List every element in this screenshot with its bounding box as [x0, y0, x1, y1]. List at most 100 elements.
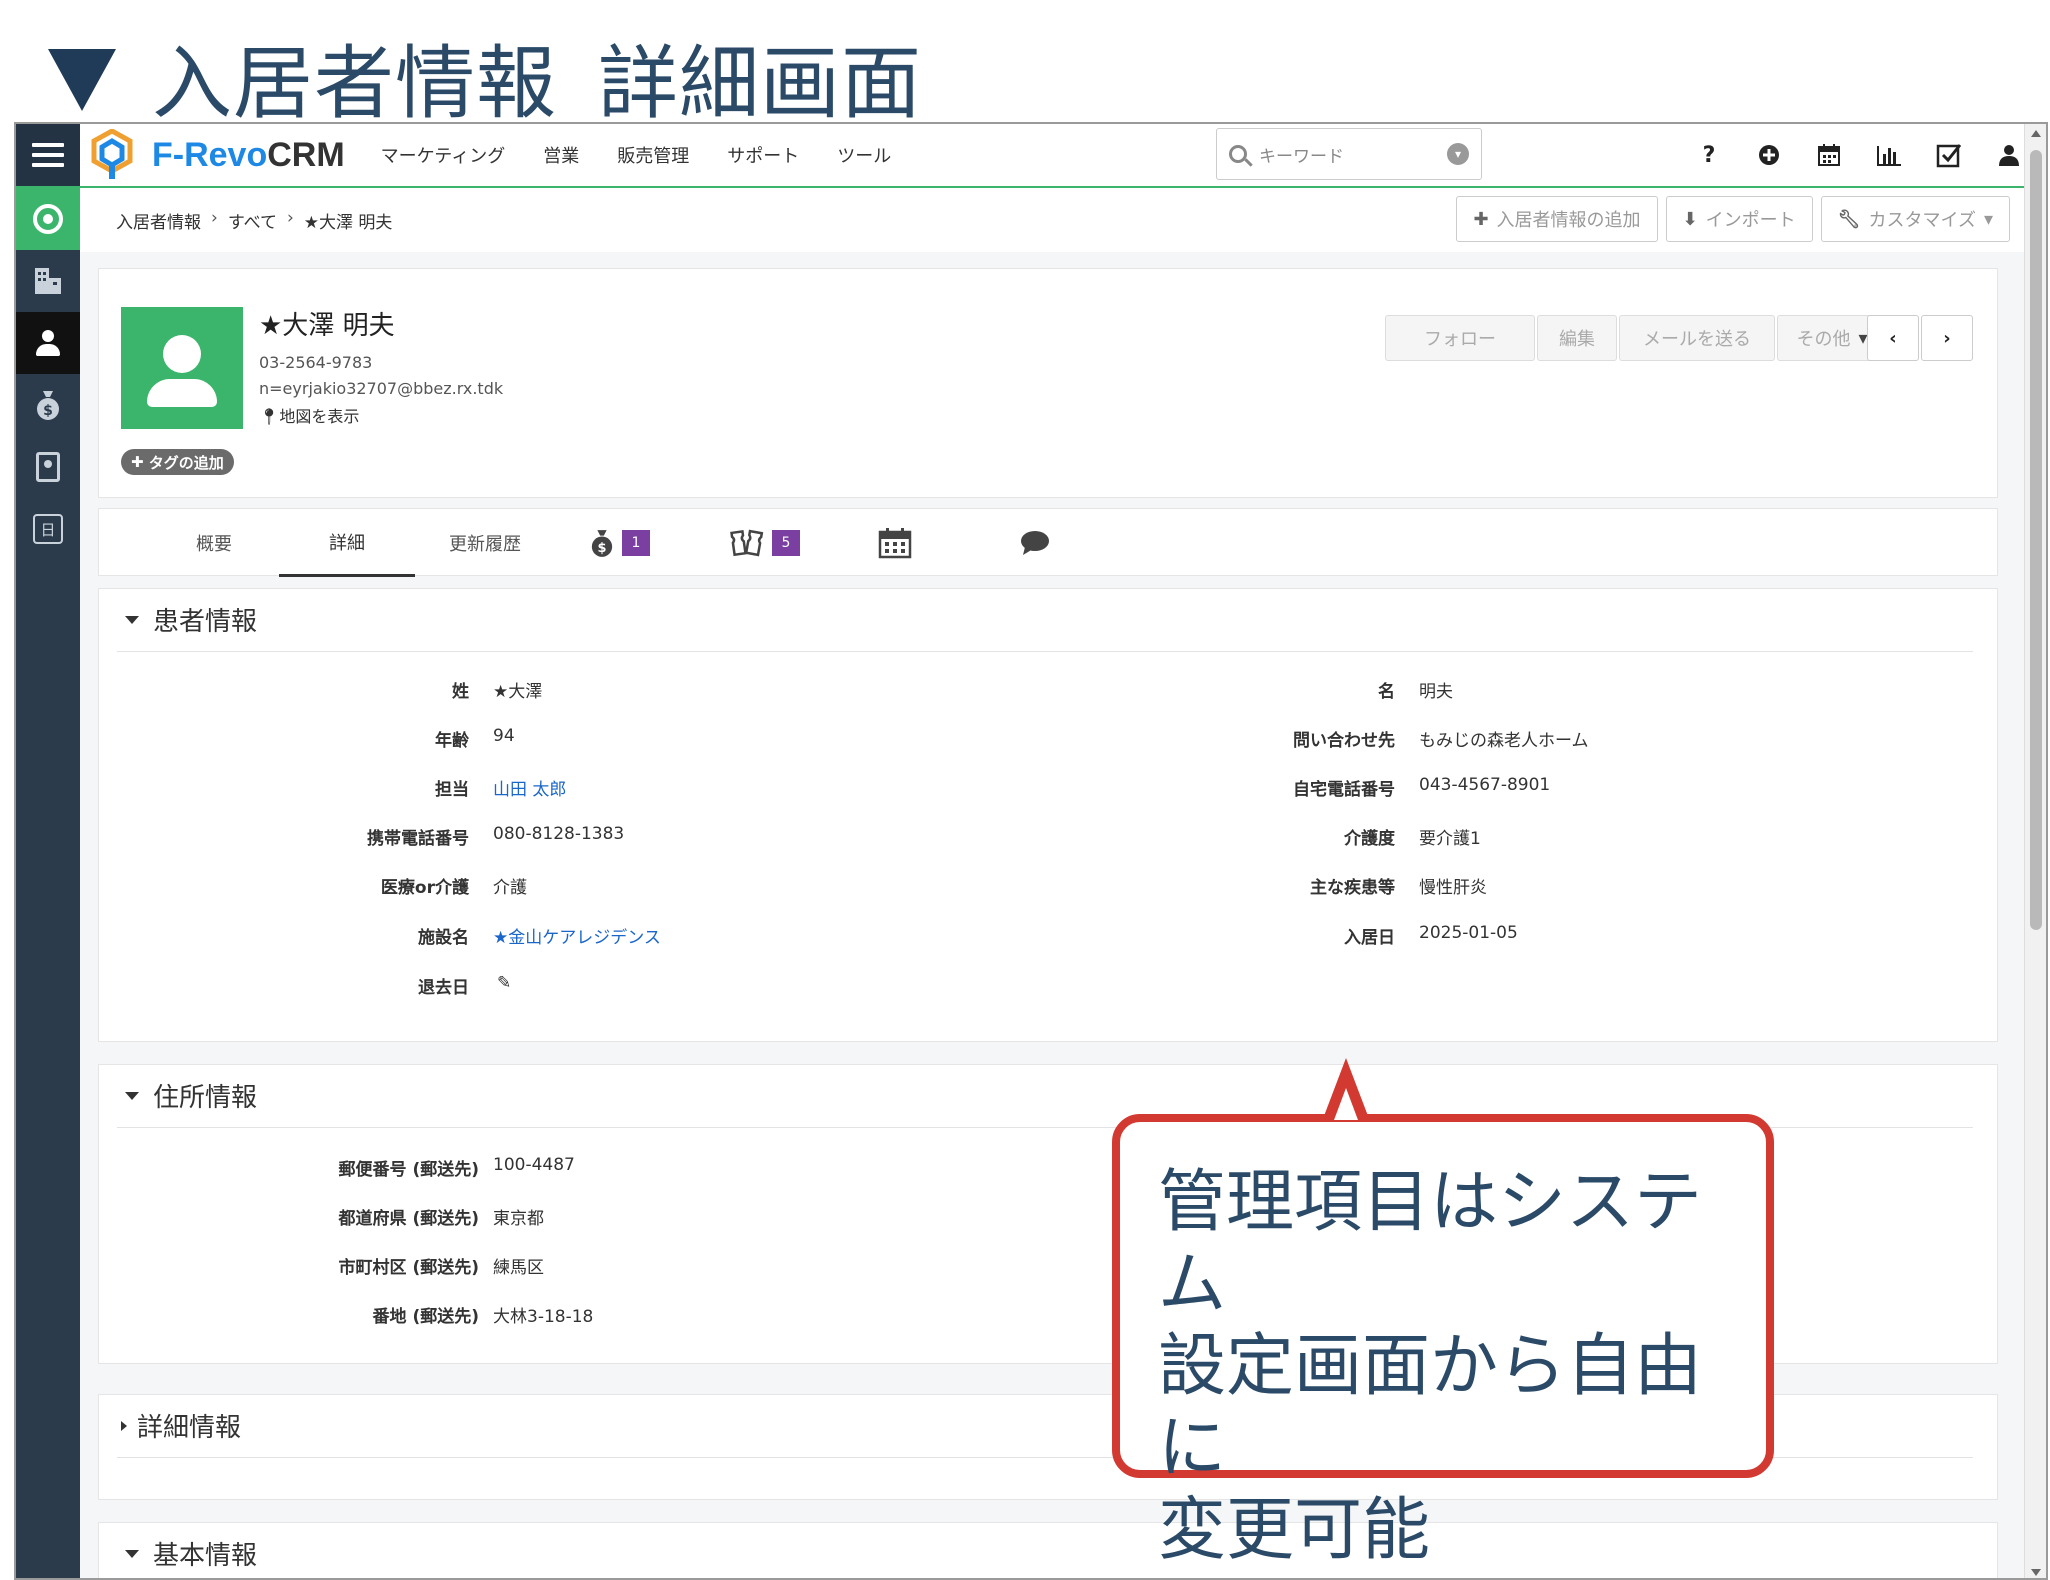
basic-info-title: 基本情報 — [153, 1541, 258, 1571]
add-tag-label: タグの追加 — [148, 453, 224, 472]
logo-icon — [91, 129, 133, 179]
download-icon: ⬇ — [1682, 208, 1698, 230]
menu-marketing[interactable]: マーケティング — [381, 142, 506, 168]
field-label: 市町村区 (郵送先) — [338, 1258, 479, 1278]
vertical-scrollbar[interactable] — [2024, 124, 2046, 1578]
field-value[interactable]: 練馬区 — [493, 1253, 544, 1278]
scroll-down-icon[interactable] — [2031, 1569, 2041, 1576]
checkbox-icon[interactable] — [1936, 142, 1962, 168]
caret-down-icon — [125, 1091, 139, 1100]
record-email[interactable]: n=eyrjakio32707@bbez.rx.tdk — [259, 379, 503, 398]
field-label: 退去日 — [418, 978, 469, 998]
field-label: 主な疾患等 — [1310, 878, 1395, 898]
field-value[interactable]: 東京都 — [493, 1204, 544, 1229]
record-actions: フォロー 編集 メールを送る その他 ▾ — [1385, 315, 1887, 361]
breadcrumb-filter[interactable]: すべて — [228, 208, 277, 233]
field-value[interactable]: 043-4567-8901 — [1419, 775, 1550, 795]
search-options-icon[interactable]: ▾ — [1447, 143, 1469, 165]
record-header: ★大澤 明夫 03-2564-9783 n=eyrjakio32707@bbez… — [98, 268, 1998, 498]
detail-info-title: 詳細情報 — [137, 1413, 242, 1443]
field-label: 施設名 — [418, 928, 469, 948]
caret-down-icon — [125, 1549, 139, 1558]
assignee-link[interactable]: 山田 太郎 — [493, 775, 566, 800]
wrench-icon: 🔧︎ — [1837, 208, 1861, 230]
pencil-edit-icon[interactable]: ✎ — [497, 973, 511, 993]
sidebar-contacts[interactable] — [16, 436, 80, 498]
field-value[interactable]: 94 — [493, 726, 515, 746]
menu-tools[interactable]: ツール — [837, 142, 891, 168]
tab-tickets[interactable]: 5 — [705, 509, 825, 577]
scroll-up-icon[interactable] — [2031, 130, 2041, 137]
building-icon — [35, 268, 61, 294]
add-record-label: 入居者情報の追加 — [1496, 210, 1641, 231]
calendar-icon[interactable] — [1816, 142, 1842, 168]
add-record-button[interactable]: ✚ 入居者情報の追加 — [1456, 196, 1658, 242]
field-value[interactable]: ★大澤 — [493, 677, 542, 702]
tab-deals[interactable]: $ 1 — [565, 509, 675, 577]
top-nav: F-RevoCRM マーケティング 営業 販売管理 サポート ツール キーワード… — [16, 124, 2026, 188]
field-value[interactable]: 2025-01-05 — [1419, 923, 1518, 943]
sidebar-home[interactable] — [16, 188, 80, 250]
next-record-button[interactable]: › — [1921, 315, 1973, 361]
field-value[interactable]: 大林3-18-18 — [493, 1302, 593, 1327]
basic-info-header[interactable]: 基本情報 — [125, 1535, 257, 1572]
map-pin-icon: 📍︎ — [259, 407, 280, 426]
detail-info-header[interactable]: 詳細情報 — [121, 1407, 241, 1444]
menu-support[interactable]: サポート — [727, 142, 799, 168]
previous-record-button[interactable]: ‹ — [1867, 315, 1919, 361]
edit-button[interactable]: 編集 — [1537, 315, 1617, 361]
hamburger-menu-icon[interactable] — [16, 124, 80, 186]
sidebar-facilities[interactable] — [16, 250, 80, 312]
record-phone[interactable]: 03-2564-9783 — [259, 353, 372, 372]
field-value[interactable]: 要介護1 — [1419, 824, 1481, 849]
add-circle-icon[interactable] — [1756, 142, 1782, 168]
module-actions: ✚ 入居者情報の追加 ⬇ インポート 🔧︎ カスタマイズ ▾ — [1456, 196, 2010, 242]
tab-comments[interactable] — [985, 509, 1085, 577]
follow-button[interactable]: フォロー — [1385, 315, 1535, 361]
tab-summary[interactable]: 概要 — [159, 509, 269, 577]
menu-sales-management[interactable]: 販売管理 — [617, 142, 689, 168]
facility-link[interactable]: ★金山ケアレジデンス — [493, 923, 661, 948]
app-logo[interactable]: F-RevoCRM — [88, 129, 345, 181]
sidebar-residents[interactable] — [16, 312, 80, 374]
user-icon[interactable] — [1996, 142, 2022, 168]
breadcrumb-module[interactable]: 入居者情報 — [116, 208, 201, 233]
sidebar-deals[interactable]: $ — [16, 374, 80, 436]
brand-suffix: CRM — [267, 135, 345, 174]
menu-sales[interactable]: 営業 — [543, 142, 579, 168]
calendar-icon — [878, 528, 912, 559]
day-calendar-icon: 日 — [33, 514, 63, 544]
sidebar-calendar[interactable]: 日 — [16, 498, 80, 560]
import-button[interactable]: ⬇ インポート — [1665, 196, 1813, 242]
search-placeholder: キーワード — [1259, 146, 1344, 167]
map-link[interactable]: 📍︎地図を表示 — [259, 403, 359, 427]
field-label: 自宅電話番号 — [1293, 780, 1395, 800]
callout-line-1: 管理項目はシステム — [1158, 1163, 1703, 1324]
slide-title: 入居者情報_詳細画面 — [152, 37, 922, 130]
field-value[interactable]: もみじの森老人ホーム — [1419, 726, 1589, 751]
tab-history[interactable]: 更新履歴 — [425, 509, 545, 577]
add-tag-button[interactable]: ✚ タグの追加 — [121, 449, 234, 475]
customize-button[interactable]: 🔧︎ カスタマイズ ▾ — [1820, 196, 2010, 242]
address-info-title: 住所情報 — [153, 1083, 258, 1113]
record-tabs: 概要 詳細 更新履歴 $ 1 5 — [98, 508, 1998, 577]
field-value[interactable]: 080-8128-1383 — [493, 824, 624, 844]
field-value[interactable]: 明夫 — [1419, 677, 1453, 702]
send-mail-button[interactable]: メールを送る — [1619, 315, 1775, 361]
tab-calendar[interactable] — [845, 509, 945, 577]
field-value[interactable]: 100-4487 — [493, 1155, 575, 1175]
tab-detail[interactable]: 詳細 — [279, 509, 415, 577]
field-label: 入居日 — [1344, 928, 1395, 948]
patient-info-header[interactable]: 患者情報 — [125, 601, 257, 638]
scroll-thumb[interactable] — [2030, 150, 2042, 930]
search-input[interactable]: キーワード ▾ — [1216, 128, 1482, 180]
chart-icon[interactable] — [1876, 142, 1902, 168]
field-value[interactable]: 介護 — [493, 873, 527, 898]
help-icon[interactable]: ? — [1696, 142, 1722, 168]
field-label: 問い合わせ先 — [1293, 731, 1395, 751]
svg-text:$: $ — [598, 541, 607, 556]
record-name: ★大澤 明夫 — [259, 311, 395, 341]
brand-prefix: F-Revo — [152, 135, 268, 174]
field-value[interactable]: 慢性肝炎 — [1419, 873, 1487, 898]
address-info-header[interactable]: 住所情報 — [125, 1077, 257, 1114]
